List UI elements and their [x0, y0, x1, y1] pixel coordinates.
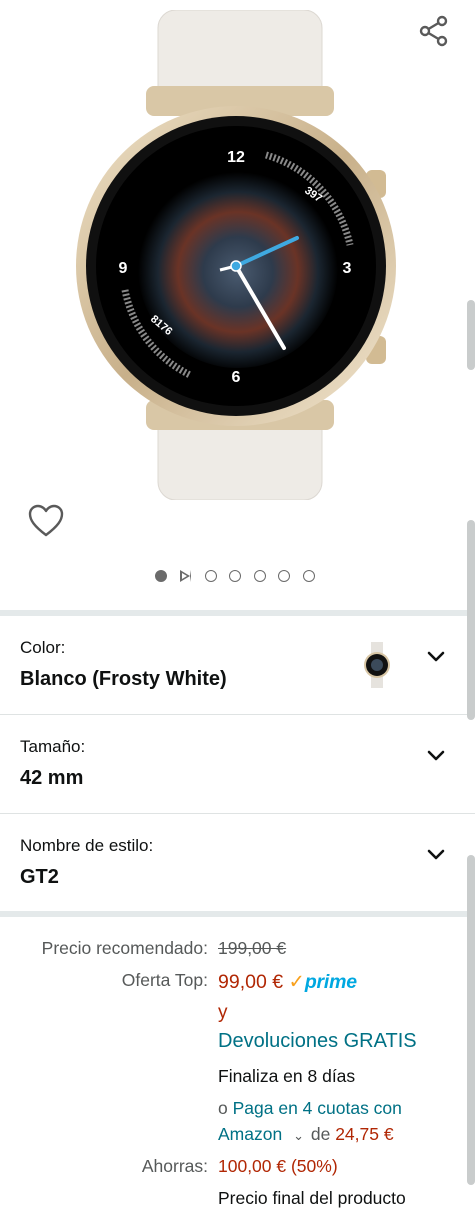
- installments-link-amazon[interactable]: Amazon: [218, 1124, 282, 1144]
- section-divider: [0, 911, 475, 917]
- chevron-down-icon[interactable]: [426, 848, 446, 862]
- prime-check-icon: ✓: [288, 971, 305, 993]
- share-icon[interactable]: [418, 14, 450, 48]
- scrollbar-thumb[interactable]: [467, 855, 475, 1185]
- prime-badge: prime: [304, 971, 357, 993]
- variation-color-value: Blanco (Frosty White): [20, 668, 227, 690]
- variation-style[interactable]: Nombre de estilo: GT2: [0, 814, 475, 912]
- variation-size-value: 42 mm: [20, 767, 84, 789]
- watch-numeral-9: 9: [119, 260, 128, 277]
- chevron-down-icon[interactable]: [426, 749, 446, 763]
- installments-line-1: o Paga en 4 cuotas con: [218, 1098, 402, 1119]
- chevron-down-icon[interactable]: ⌄: [293, 1128, 304, 1143]
- free-returns-link[interactable]: Devoluciones GRATIS: [218, 1030, 417, 1053]
- heart-icon[interactable]: [28, 504, 64, 538]
- deal-ends-text: Finaliza en 8 días: [218, 1066, 356, 1086]
- savings-label: Ahorras:: [141, 1156, 208, 1176]
- list-price-label: Precio recomendado:: [41, 938, 208, 958]
- watch-numeral-6: 6: [232, 369, 241, 386]
- chevron-down-icon[interactable]: [426, 650, 446, 664]
- watch-numeral-12: 12: [227, 149, 245, 166]
- deal-price-group: 99,00 € ✓prime: [218, 970, 357, 994]
- watch-numeral-3: 3: [343, 260, 352, 277]
- installments-of-text: de: [310, 1124, 331, 1144]
- list-price-value: 199,00 €: [218, 938, 287, 958]
- carousel-dot[interactable]: [278, 570, 290, 582]
- product-image-watch: 12 3 6 9 397 8176: [76, 10, 396, 500]
- carousel-dot[interactable]: [253, 570, 266, 582]
- variation-color-label: Color:: [20, 638, 66, 657]
- installments-prefix: o: [218, 1098, 228, 1118]
- deal-price-label: Oferta Top:: [121, 970, 208, 990]
- carousel-dot[interactable]: [302, 570, 315, 582]
- variation-color[interactable]: Color: Blanco (Frosty White): [0, 616, 475, 714]
- video-play-icon[interactable]: [179, 570, 191, 582]
- carousel-dot-active[interactable]: [155, 570, 167, 582]
- variation-style-value: GT2: [20, 866, 59, 888]
- color-swatch-thumbnail[interactable]: [362, 642, 392, 688]
- carousel-dot[interactable]: [229, 570, 241, 582]
- installments-link[interactable]: Paga en 4 cuotas con: [233, 1098, 402, 1118]
- scrollbar-thumb[interactable]: [467, 300, 475, 370]
- carousel-dot[interactable]: [204, 570, 217, 582]
- variation-size-label: Tamaño:: [20, 737, 86, 756]
- and-text: y: [218, 1002, 228, 1023]
- savings-value: 100,00 € (50%): [218, 1156, 338, 1176]
- variation-size[interactable]: Tamaño: 42 mm: [0, 715, 475, 813]
- image-carousel-indicator[interactable]: [155, 568, 327, 584]
- deal-price-value: 99,00 €: [218, 971, 284, 993]
- scrollbar-thumb[interactable]: [467, 520, 475, 720]
- installments-line-2: Amazon ⌄ de 24,75 €: [218, 1124, 394, 1145]
- product-image-gallery[interactable]: 12 3 6 9 397 8176: [0, 0, 475, 605]
- variation-style-label: Nombre de estilo:: [20, 836, 154, 855]
- installments-amount: 24,75 €: [335, 1124, 394, 1144]
- final-price-note: Precio final del producto: [218, 1188, 406, 1208]
